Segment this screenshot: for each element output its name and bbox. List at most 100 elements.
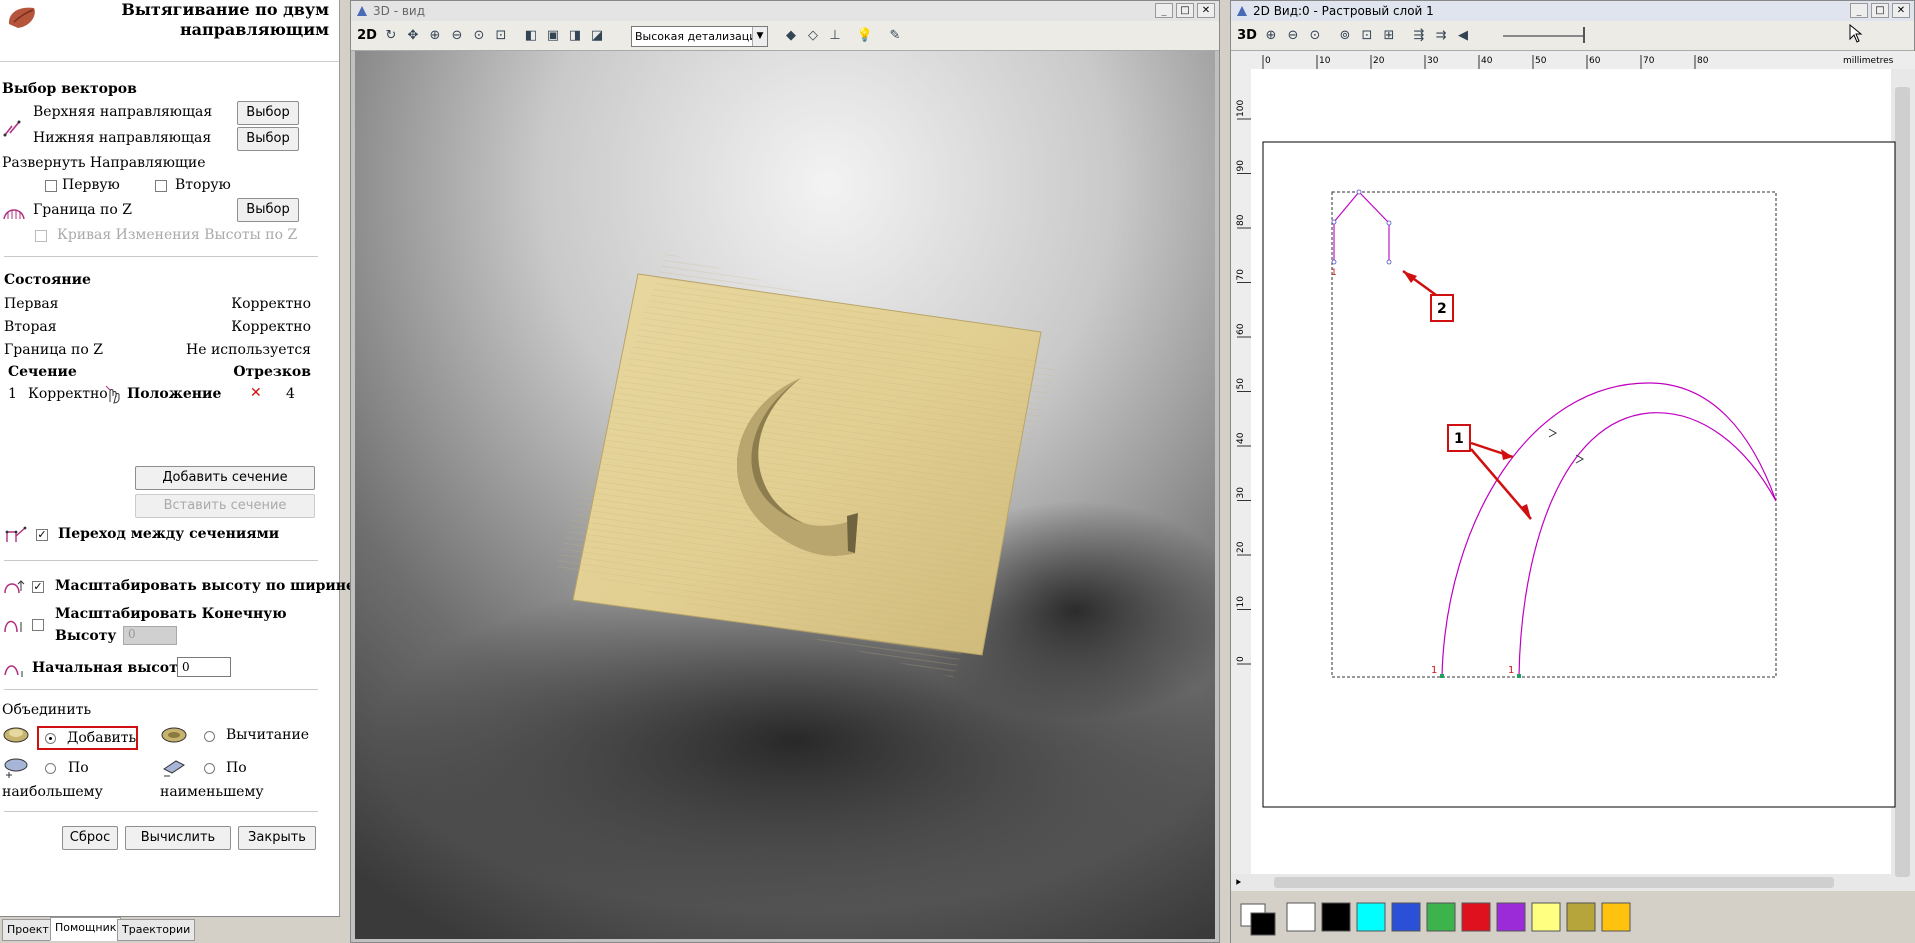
close-button[interactable]: Закрыть	[238, 826, 316, 850]
guides-icon[interactable]: ⇉	[1431, 26, 1451, 46]
calculate-button[interactable]: Вычислить	[125, 826, 231, 850]
section-index: 1	[8, 386, 17, 402]
zoom-fit-icon[interactable]: ⊙	[469, 26, 489, 46]
zoom-in-icon[interactable]: ⊕	[425, 26, 445, 46]
zoom-box-icon[interactable]: ⊡	[491, 26, 511, 46]
reverse-first-checkbox[interactable]	[45, 180, 57, 192]
scale-height-checkbox[interactable]: ✓	[32, 581, 44, 593]
minimize-button[interactable]: _	[1155, 3, 1173, 18]
view-top-icon[interactable]: ▣	[543, 26, 563, 46]
zoom-fit-icon[interactable]: ⊙	[1305, 26, 1325, 46]
segments-column-header: Отрезков	[233, 364, 311, 380]
switch-3d-button[interactable]: 3D	[1237, 26, 1257, 46]
insert-section-button[interactable]: Вставить сечение	[135, 494, 315, 518]
zoom-slider-handle[interactable]	[1583, 27, 1585, 43]
palette-color-swatch[interactable]	[1356, 902, 1386, 932]
start-height-input[interactable]: 0	[177, 657, 231, 677]
mouse-cursor-icon	[1849, 24, 1863, 43]
tab-assistant[interactable]: Помощник	[50, 917, 122, 941]
combine-max-icon	[4, 758, 28, 778]
background-color-swatch[interactable]	[1250, 912, 1276, 936]
material-icon[interactable]: ◆	[781, 26, 801, 46]
scale-end-height-checkbox[interactable]	[32, 619, 44, 631]
x-tick-label: 40	[1481, 56, 1493, 66]
lower-rail-label: Нижняя направляющая	[33, 130, 212, 146]
y-tick-label: 30	[1236, 487, 1246, 499]
horizontal-scroll-thumb[interactable]	[1274, 877, 1834, 888]
select-upper-rail-button[interactable]: Выбор	[237, 101, 299, 125]
zoom-slider[interactable]	[1503, 35, 1583, 37]
light-bulb-icon[interactable]: 💡	[855, 26, 875, 46]
transition-checkbox[interactable]: ✓	[36, 529, 48, 541]
2d-canvas[interactable]: 0 10 20 30 40 50 60 70 80 100 90 80 70 60 50 40 30 20 10 0…	[1231, 51, 1915, 943]
app-logo-icon	[8, 7, 35, 28]
view-front-icon[interactable]: ◨	[565, 26, 585, 46]
combine-min-icon	[163, 760, 185, 777]
view-iso-icon[interactable]: ◧	[521, 26, 541, 46]
extrude-two-rails-panel: Вытягивание по двум направляющим Выбор в…	[0, 0, 355, 943]
2d-drawing: 0 10 20 30 40 50 60 70 80 1009080706050403020100…	[1231, 51, 1915, 943]
maximize-button[interactable]: □	[1871, 3, 1889, 18]
palette-color-swatch[interactable]	[1531, 902, 1561, 932]
zoom-out-icon[interactable]: ⊖	[1283, 26, 1303, 46]
rail-start-node	[1440, 674, 1444, 678]
3d-scene[interactable]	[355, 51, 1215, 939]
wireframe-icon[interactable]: ◇	[803, 26, 823, 46]
zoom-prev-icon[interactable]: ⊚	[1335, 26, 1355, 46]
palette-color-swatch[interactable]	[1461, 902, 1491, 932]
snap-icon[interactable]: ⇶	[1409, 26, 1429, 46]
z-boundary-icon	[3, 209, 25, 220]
palette-color-swatch[interactable]	[1321, 902, 1351, 932]
material-sheet	[1262, 141, 1896, 808]
zoom-box-icon[interactable]: ⊡	[1357, 26, 1377, 46]
detail-level-select[interactable]: Высокая детализация ▼	[631, 26, 768, 47]
combine-add-radio[interactable]	[45, 733, 56, 744]
rail-start-node	[1517, 674, 1521, 678]
palette-color-swatch[interactable]	[1391, 902, 1421, 932]
layers-icon[interactable]: ◀	[1453, 26, 1473, 46]
tab-project[interactable]: Проект	[2, 919, 54, 941]
pan-icon[interactable]: ✥	[403, 26, 423, 46]
combine-subtract-icon	[161, 727, 187, 743]
height-curve-label: Кривая Изменения Высоты по Z	[57, 227, 298, 243]
close-window-button[interactable]: ✕	[1892, 3, 1910, 18]
vertical-scroll-thumb[interactable]	[1895, 87, 1910, 877]
rotate-icon[interactable]: ↻	[381, 26, 401, 46]
state-first-value: Корректно	[231, 296, 311, 312]
select-lower-rail-button[interactable]: Выбор	[237, 127, 299, 151]
delete-section-icon[interactable]: ✕	[250, 385, 262, 401]
reset-button[interactable]: Сброс	[62, 826, 118, 850]
select-z-boundary-button[interactable]: Выбор	[237, 198, 299, 222]
height-curve-checkbox[interactable]	[35, 230, 47, 242]
axes-icon[interactable]: ⊥	[825, 26, 845, 46]
palette-color-swatch[interactable]	[1426, 902, 1456, 932]
add-section-button[interactable]: Добавить сечение	[135, 466, 315, 490]
state-section-title: Состояние	[4, 272, 91, 288]
combine-add-label: Добавить	[67, 730, 137, 746]
tab-toolpaths[interactable]: Траектории	[117, 919, 196, 941]
palette-color-swatch[interactable]	[1601, 902, 1631, 932]
render-settings-icon[interactable]: ✎	[885, 26, 905, 46]
palette-color-swatch[interactable]	[1286, 902, 1316, 932]
switch-2d-button[interactable]: 2D	[357, 26, 377, 46]
combine-min-radio[interactable]	[204, 763, 215, 774]
combine-subtract-radio[interactable]	[204, 731, 215, 742]
horizontal-ruler	[1231, 51, 1915, 69]
combine-add-icon	[3, 727, 29, 743]
zoom-selection-icon[interactable]: ⊞	[1379, 26, 1399, 46]
minimize-button[interactable]: _	[1850, 3, 1868, 18]
ruler-toggle-icon[interactable]: ⯈	[1234, 878, 1242, 889]
palette-color-swatch[interactable]	[1496, 902, 1526, 932]
close-window-button[interactable]: ✕	[1197, 3, 1215, 18]
combine-max-radio[interactable]	[45, 763, 56, 774]
maximize-button[interactable]: □	[1176, 3, 1194, 18]
scale-end-height-input[interactable]: 0	[123, 626, 177, 645]
y-tick-label: 70	[1236, 269, 1246, 281]
zoom-in-icon[interactable]: ⊕	[1261, 26, 1281, 46]
x-tick-label: 20	[1373, 56, 1385, 66]
combine-add-option[interactable]: Добавить	[37, 726, 138, 750]
zoom-out-icon[interactable]: ⊖	[447, 26, 467, 46]
palette-color-swatch[interactable]	[1566, 902, 1596, 932]
view-side-icon[interactable]: ◪	[587, 26, 607, 46]
reverse-second-checkbox[interactable]	[155, 180, 167, 192]
